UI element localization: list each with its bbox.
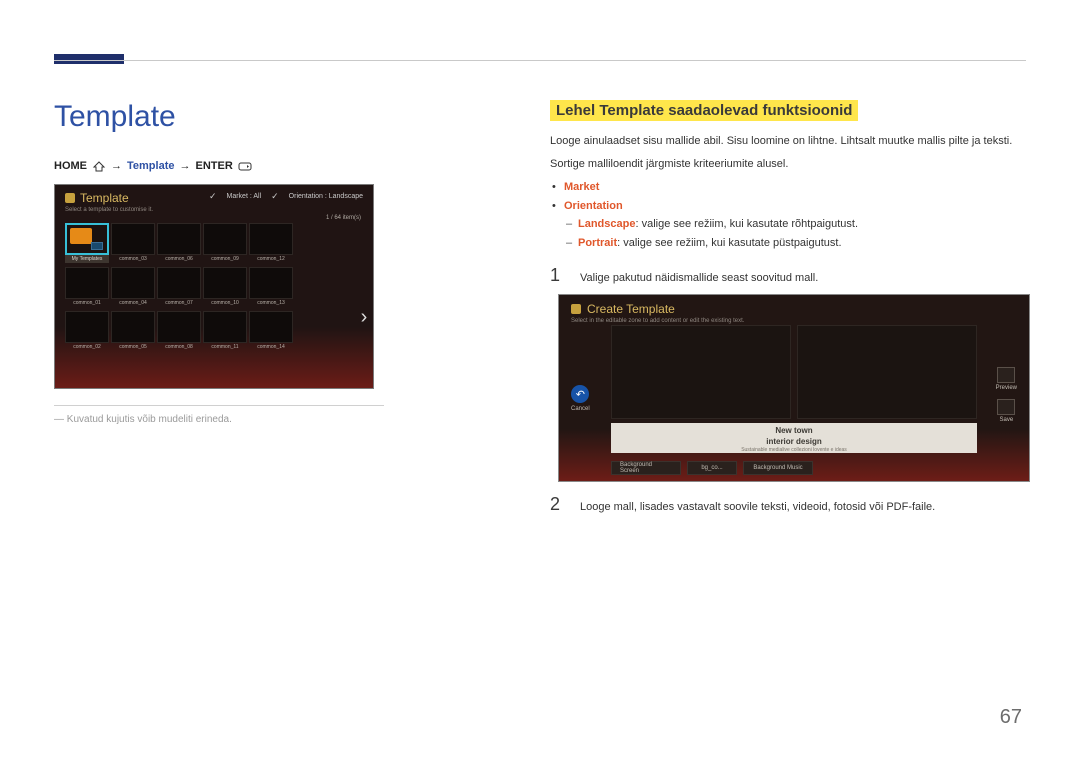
divider [54, 405, 384, 406]
breadcrumb: HOME → Template → ENTER [54, 160, 384, 172]
save-icon [997, 399, 1015, 415]
ct-header: Create Template [559, 295, 1029, 318]
pane-left[interactable] [611, 325, 791, 419]
section-heading: Template [54, 100, 384, 134]
enter-icon [238, 161, 252, 172]
save-button[interactable]: Save [997, 399, 1015, 423]
template-thumb[interactable]: common_10 [203, 267, 247, 307]
page-accent [54, 54, 124, 64]
step-number: 2 [550, 494, 568, 515]
breadcrumb-template: Template [127, 160, 174, 172]
text-line-2: interior design [611, 437, 977, 447]
check-icon: ✓ [271, 191, 279, 202]
breadcrumb-arrow: → [179, 160, 190, 172]
tab-background-music[interactable]: Background Music [743, 461, 813, 475]
text-line-3: Sustainable medialive collezioni lovente… [611, 447, 977, 454]
step-2: 2 Looge mall, lisades vastavalt soovile … [550, 494, 1030, 516]
breadcrumb-enter: ENTER [195, 160, 232, 172]
pane-right[interactable] [797, 325, 977, 419]
edit-area: New town interior design Sustainable med… [611, 325, 977, 451]
cancel-label: Cancel [571, 406, 590, 412]
screen-title: Template [80, 191, 129, 205]
back-arrow-icon[interactable]: ↶ [571, 385, 589, 403]
right-column: Lehel Template saadaolevad funktsioonid … [550, 100, 1030, 524]
template-thumb[interactable]: common_04 [111, 267, 155, 307]
filter-market[interactable]: Market : All [227, 193, 262, 200]
criteria-list: Market Orientation Landscape: valige see… [550, 178, 1030, 253]
template-thumb[interactable]: common_02 [65, 311, 109, 351]
criteria-item-orientation: Orientation Landscape: valige see režiim… [564, 197, 1030, 253]
template-thumb[interactable]: common_12 [249, 223, 293, 263]
template-thumb-my-templates[interactable]: My Templates [65, 223, 109, 263]
screen-filters: ✓ Market : All ✓ Orientation : Landscape [209, 191, 363, 202]
app-logo-icon [65, 193, 75, 203]
text-strip[interactable]: New town interior design Sustainable med… [611, 423, 977, 453]
orientation-sublist: Landscape: valige see režiim, kui kasuta… [564, 215, 1030, 252]
template-screen: Template ✓ Market : All ✓ Orientation : … [54, 184, 374, 389]
bottom-tabs: Background Screen bg_co... Background Mu… [611, 461, 977, 475]
step-1: 1 Valige pakutud näidismallide seast soo… [550, 265, 1030, 287]
screen-subtitle: Select a template to customise it. [55, 207, 373, 215]
create-template-screen: Create Template Select in the editable z… [558, 294, 1030, 482]
image-panes [611, 325, 977, 419]
template-thumb[interactable]: common_07 [157, 267, 201, 307]
left-column: Template HOME → Template → ENTER Templat… [54, 100, 384, 425]
template-thumb[interactable]: common_01 [65, 267, 109, 307]
paragraph: Looge ainulaadset sisu mallide abil. Sis… [550, 133, 1030, 150]
template-thumb[interactable]: common_08 [157, 311, 201, 351]
tab-bg-co[interactable]: bg_co... [687, 461, 737, 475]
template-thumb[interactable]: common_05 [111, 311, 155, 351]
check-icon: ✓ [209, 191, 217, 202]
template-thumb[interactable]: common_09 [203, 223, 247, 263]
step-text: Looge mall, lisades vastavalt soovile te… [580, 499, 935, 516]
paragraph: Sortige malliloendit järgmiste kriteeriu… [550, 156, 1030, 173]
home-icon [92, 161, 106, 172]
criteria-term: Orientation [564, 200, 623, 212]
criteria-item-market: Market [564, 178, 1030, 197]
folder-icon [70, 228, 92, 244]
template-grid: My Templates common_03 common_06 common_… [65, 223, 367, 351]
preview-button[interactable]: Preview [996, 367, 1017, 391]
template-thumb[interactable]: common_14 [249, 311, 293, 351]
filter-orientation[interactable]: Orientation : Landscape [289, 193, 363, 200]
orientation-portrait: Portrait: valige see režiim, kui kasutat… [578, 234, 1030, 253]
tab-background-screen[interactable]: Background Screen [611, 461, 681, 475]
orientation-landscape: Landscape: valige see režiim, kui kasuta… [578, 215, 1030, 234]
item-count: 1 / 64 item(s) [55, 215, 373, 223]
template-thumb[interactable]: common_03 [111, 223, 155, 263]
right-action-buttons: Preview Save [996, 367, 1017, 423]
mini-doc-icon [91, 242, 103, 250]
template-thumb[interactable]: common_13 [249, 267, 293, 307]
criteria-term: Market [564, 181, 599, 193]
preview-icon [997, 367, 1015, 383]
image-note: Kuvatud kujutis võib mudeliti erineda. [54, 414, 384, 425]
template-grid-wrap: My Templates common_03 common_06 common_… [55, 223, 373, 351]
text-line-1: New town [611, 426, 977, 436]
app-logo-icon [571, 304, 581, 314]
breadcrumb-arrow: → [111, 160, 122, 172]
step-text: Valige pakutud näidismallide seast soovi… [580, 270, 818, 287]
template-thumb[interactable]: common_06 [157, 223, 201, 263]
cancel-button-group: ↶ Cancel [571, 385, 590, 412]
subsection-title: Lehel Template saadaolevad funktsioonid [550, 100, 858, 121]
breadcrumb-home: HOME [54, 160, 87, 172]
template-thumb[interactable]: common_11 [203, 311, 247, 351]
page-number: 67 [1000, 706, 1022, 729]
ct-title: Create Template [587, 302, 675, 316]
step-number: 1 [550, 265, 568, 286]
next-page-arrow[interactable]: › [357, 303, 371, 331]
page-rule [54, 60, 1026, 61]
